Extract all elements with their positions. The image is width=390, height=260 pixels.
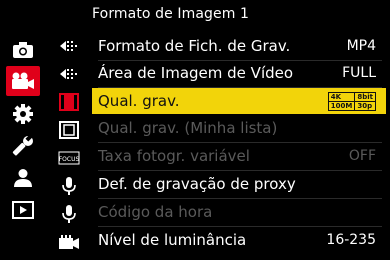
menu-item-video-image-area[interactable]: Área de Imagem de Vídeo FULL: [92, 60, 386, 86]
menu-item-label: Def. de gravação de proxy: [98, 175, 296, 193]
menu-item-label: Qual. grav. (Minha lista): [98, 119, 278, 137]
sub-tab-image-format-2[interactable]: [52, 60, 86, 88]
person-icon: [14, 169, 32, 187]
category-playback[interactable]: [0, 194, 46, 226]
sub-tab-film[interactable]: [52, 88, 86, 116]
menu-item-rec-quality[interactable]: Qual. grav. 4K 8bit 100M 30p: [92, 88, 386, 114]
camera-icon: [13, 42, 33, 58]
category-photo[interactable]: [0, 34, 46, 66]
film-frame-icon: [59, 121, 79, 139]
gear-icon: [13, 104, 33, 124]
sub-tab-film-frame[interactable]: [52, 116, 86, 144]
image-format-icon: [60, 69, 77, 79]
menu-item-proxy-recording[interactable]: Def. de gravação de proxy: [92, 171, 386, 197]
menu-item-time-code: Código da hora: [92, 199, 386, 225]
menu-item-rec-file-format[interactable]: Formato de Fich. de Grav. MP4: [92, 33, 386, 59]
sub-tab-audio-2[interactable]: [52, 200, 86, 228]
menu-item-label: Nível de luminância: [98, 231, 247, 249]
video-camera-icon: [12, 72, 34, 89]
microphone-icon: [62, 177, 76, 195]
film-icon: [59, 93, 79, 111]
playback-icon: [12, 201, 34, 219]
menu-item-variable-frame-rate: Taxa fotogr. variável OFF: [92, 143, 386, 169]
sub-tab-image-format-1[interactable]: [52, 32, 86, 60]
category-video[interactable]: [6, 66, 40, 96]
focus-icon: FOCUS: [58, 151, 80, 165]
wrench-icon: [12, 135, 33, 156]
category-my-menu[interactable]: [0, 162, 46, 194]
menu-item-value: FULL: [342, 65, 376, 81]
menu-item-value: 16-235: [326, 232, 376, 248]
page-title: Formato de Imagem 1: [92, 6, 250, 22]
sub-tab-output[interactable]: [52, 228, 86, 256]
badge-resolution: 4K: [328, 92, 355, 101]
category-setup[interactable]: [0, 130, 46, 162]
badge-frame-rate: 30p: [355, 101, 375, 110]
sub-tab-focus[interactable]: FOCUS: [52, 144, 86, 172]
menu-item-value: OFF: [348, 148, 376, 164]
menu-item-rec-quality-my-list: Qual. grav. (Minha lista): [92, 115, 386, 141]
microphone-icon: [62, 205, 76, 223]
menu-item-label: Código da hora: [98, 203, 213, 221]
focus-label: FOCUS: [59, 156, 80, 163]
menu-item-value: MP4: [346, 38, 376, 54]
menu-item-label: Qual. grav.: [98, 92, 180, 110]
monitor-film-icon: [59, 235, 79, 249]
image-format-icon: [60, 41, 77, 51]
category-custom[interactable]: [0, 98, 46, 130]
menu-item-label: Formato de Fich. de Grav.: [98, 37, 291, 55]
menu-item-label: Taxa fotogr. variável: [98, 147, 250, 165]
sub-tab-audio-1[interactable]: [52, 172, 86, 200]
badge-bit-depth: 8bit: [355, 92, 375, 101]
badge-bitrate: 100M: [328, 101, 355, 110]
rec-quality-badge: 4K 8bit 100M 30p: [327, 91, 376, 111]
menu-item-label: Área de Imagem de Vídeo: [98, 64, 294, 82]
menu-item-luminance-level[interactable]: Nível de luminância 16-235: [92, 227, 386, 253]
